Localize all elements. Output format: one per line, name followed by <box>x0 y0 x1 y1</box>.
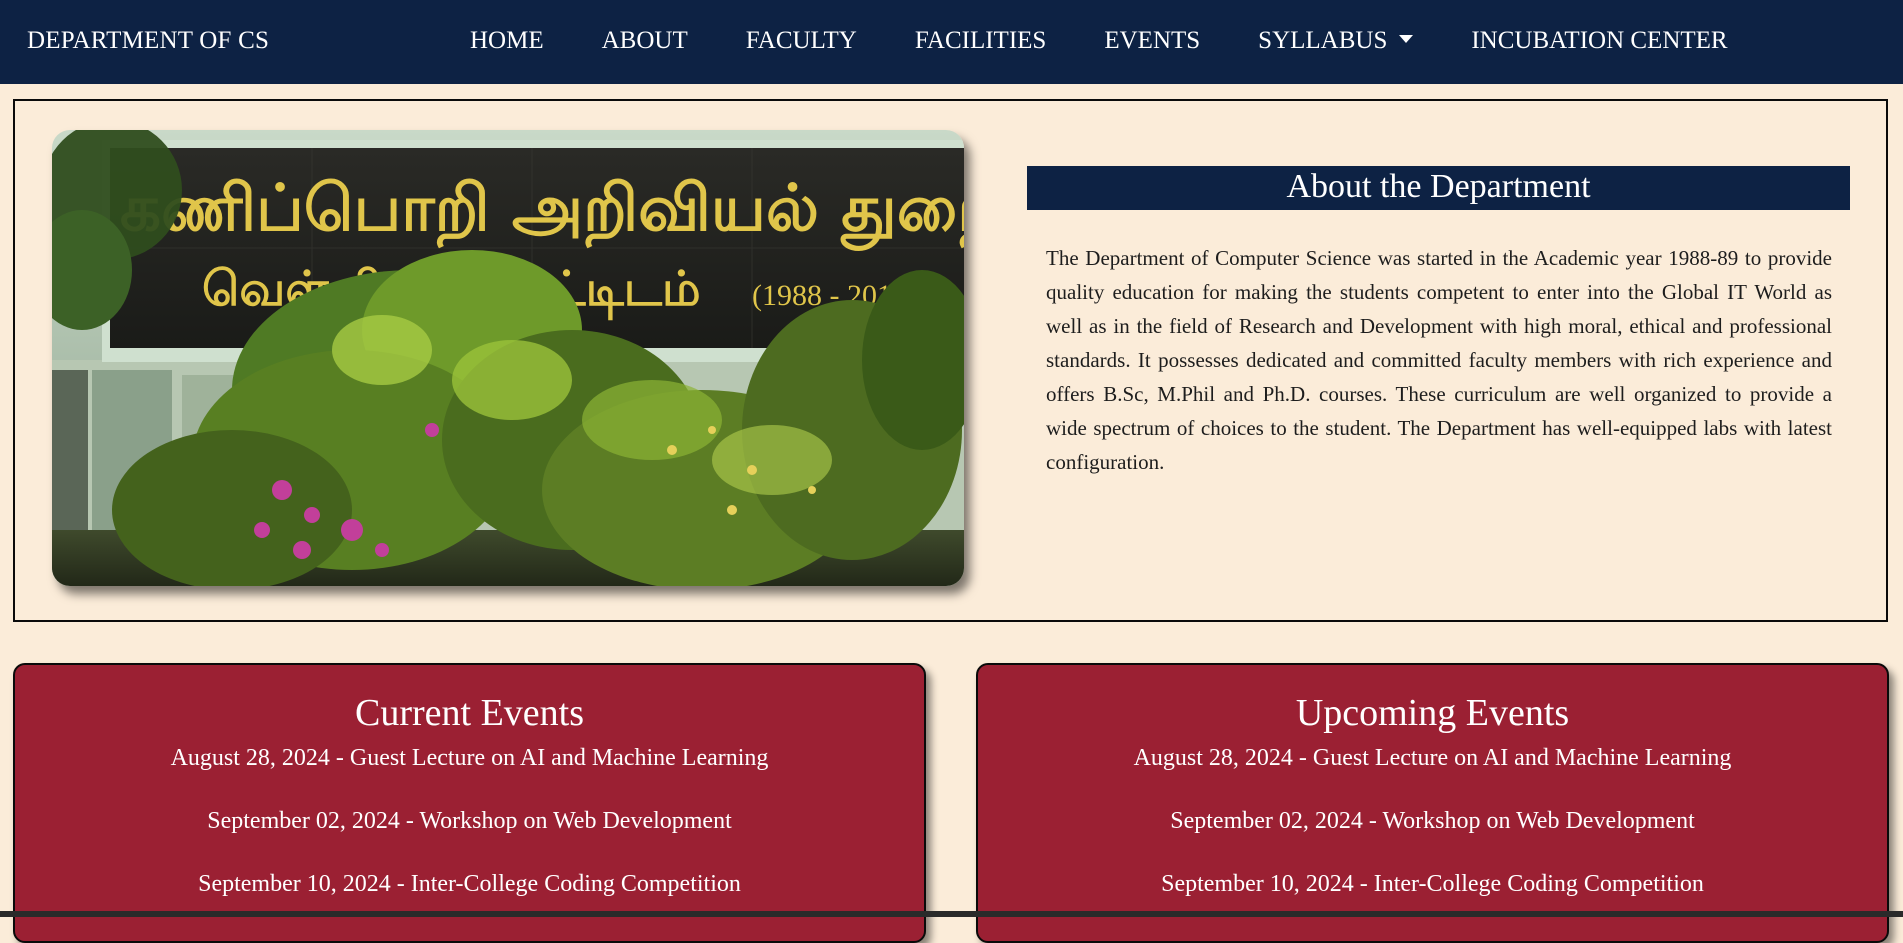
current-event-item: August 28, 2024 - Guest Lecture on AI an… <box>170 745 769 771</box>
upcoming-event-item: September 02, 2024 - Workshop on Web Dev… <box>1170 808 1695 834</box>
current-event-item: September 02, 2024 - Workshop on Web Dev… <box>207 808 732 834</box>
current-event-item: September 10, 2024 - Inter-College Codin… <box>198 871 741 897</box>
brand-link[interactable]: DEPARTMENT OF CS <box>27 27 269 55</box>
nav-link-facilities[interactable]: FACILITIES <box>915 27 1046 55</box>
nav-link-about[interactable]: ABOUT <box>602 27 688 55</box>
nav-link-events[interactable]: EVENTS <box>1104 27 1200 55</box>
nav-link-syllabus-dropdown[interactable]: SYLLABUS <box>1258 27 1414 55</box>
upcoming-event-item: September 10, 2024 - Inter-College Codin… <box>1161 871 1704 897</box>
current-events-card: Current Events August 28, 2024 - Guest L… <box>13 663 926 943</box>
about-heading: About the Department <box>1027 166 1850 210</box>
horizontal-scrollbar[interactable] <box>0 911 1903 917</box>
sign-text-line1: கணிப்பொறி அறிவியல் துறை <box>120 172 964 251</box>
nav-links: HOME ABOUT FACULTY FACILITIES EVENTS SYL… <box>470 27 1728 55</box>
nav-link-incubation-center[interactable]: INCUBATION CENTER <box>1471 27 1727 55</box>
nav-link-faculty[interactable]: FACULTY <box>746 27 857 55</box>
upcoming-events-card: Upcoming Events August 28, 2024 - Guest … <box>976 663 1889 943</box>
current-events-title: Current Events <box>354 692 584 734</box>
upcoming-event-item: August 28, 2024 - Guest Lecture on AI an… <box>1133 745 1732 771</box>
nav-link-home[interactable]: HOME <box>470 27 544 55</box>
caret-down-icon <box>1399 35 1414 43</box>
department-building-photo: கணிப்பொறி அறிவியல் துறை வெள்ளிவிழா கட்டி… <box>52 130 964 586</box>
upcoming-events-title: Upcoming Events <box>1295 692 1570 734</box>
top-navbar: DEPARTMENT OF CS HOME ABOUT FACULTY FACI… <box>0 0 1903 84</box>
nav-link-syllabus-label: SYLLABUS <box>1258 27 1388 54</box>
about-description: The Department of Computer Science was s… <box>1046 246 1832 474</box>
